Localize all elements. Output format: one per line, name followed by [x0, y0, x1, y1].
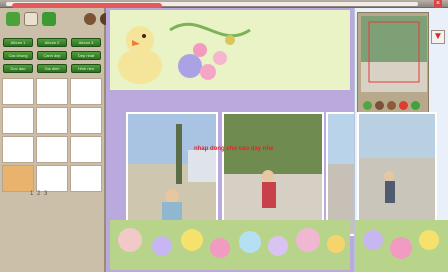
brown-circle-icon[interactable]: [84, 13, 96, 25]
category-button[interactable]: Cac khung: [3, 51, 33, 60]
header-artwork: [118, 22, 251, 84]
title-bar: ×: [0, 0, 448, 9]
category-button[interactable]: Hinh nen: [71, 64, 101, 73]
photo-slot-1[interactable]: [126, 112, 218, 236]
frame-thumbnail-grid: [2, 78, 104, 200]
frame-thumbnail[interactable]: [70, 136, 102, 163]
right-flower-border: [355, 220, 448, 272]
frame-thumbnail[interactable]: [36, 78, 68, 105]
preview-toolbar: [361, 99, 427, 113]
category-button[interactable]: Canh dep: [37, 51, 67, 60]
frame-thumbnail[interactable]: [36, 107, 68, 134]
reset-icon[interactable]: [399, 101, 408, 110]
photo-slot-4[interactable]: [357, 112, 437, 230]
frame-thumbnail[interactable]: [36, 165, 68, 192]
zoom-icon[interactable]: [375, 101, 384, 110]
category-button[interactable]: Album 3: [71, 38, 101, 47]
photo-slot-2[interactable]: [222, 112, 324, 236]
window-slider-track[interactable]: [6, 2, 418, 9]
beach-photo-1: [128, 114, 216, 234]
thumbnail-pager[interactable]: 1 2 3: [30, 191, 48, 197]
frame-thumbnail[interactable]: [70, 107, 102, 134]
green-arrow-icon[interactable]: [42, 12, 56, 26]
category-button[interactable]: Dep nhat: [71, 51, 101, 60]
scroll-down-button[interactable]: ▼: [431, 30, 445, 44]
bottom-flower-border: [110, 220, 350, 270]
preview-panel: [357, 12, 429, 118]
preview-image: [361, 16, 427, 92]
frame-thumbnail[interactable]: [70, 165, 102, 192]
category-button[interactable]: Album 2: [37, 38, 67, 47]
category-button[interactable]: Gia dinh: [37, 64, 67, 73]
close-icon[interactable]: ×: [434, 0, 442, 8]
photo-canvas: nhap dong chu vao day nhe: [106, 8, 422, 272]
photo-caption[interactable]: nhap dong chu vao day nhe: [194, 146, 273, 152]
right-panel: ▼: [354, 8, 448, 272]
preview-photo: [361, 16, 427, 92]
add-photo-icon[interactable]: [411, 101, 420, 110]
frame-thumbnail[interactable]: [70, 78, 102, 105]
rotate-left-icon[interactable]: [363, 101, 372, 110]
category-button[interactable]: Album 1: [3, 38, 33, 47]
save-icon[interactable]: [24, 12, 38, 26]
frame-thumbnail-selected[interactable]: [2, 165, 34, 192]
beach-photo-2: [224, 114, 322, 234]
open-folder-icon[interactable]: [6, 12, 20, 26]
frame-header-decoration: [110, 10, 350, 90]
frame-thumbnail[interactable]: [2, 107, 34, 134]
category-button[interactable]: Doc dao: [3, 64, 33, 73]
move-icon[interactable]: [387, 101, 396, 110]
frame-thumbnail[interactable]: [2, 136, 34, 163]
frame-thumbnail[interactable]: [36, 136, 68, 163]
beach-photo-4: [359, 114, 435, 228]
left-panel: Album 1 Album 2 Album 3 Cac khung Canh d…: [0, 8, 106, 272]
frame-thumbnail[interactable]: [2, 78, 34, 105]
